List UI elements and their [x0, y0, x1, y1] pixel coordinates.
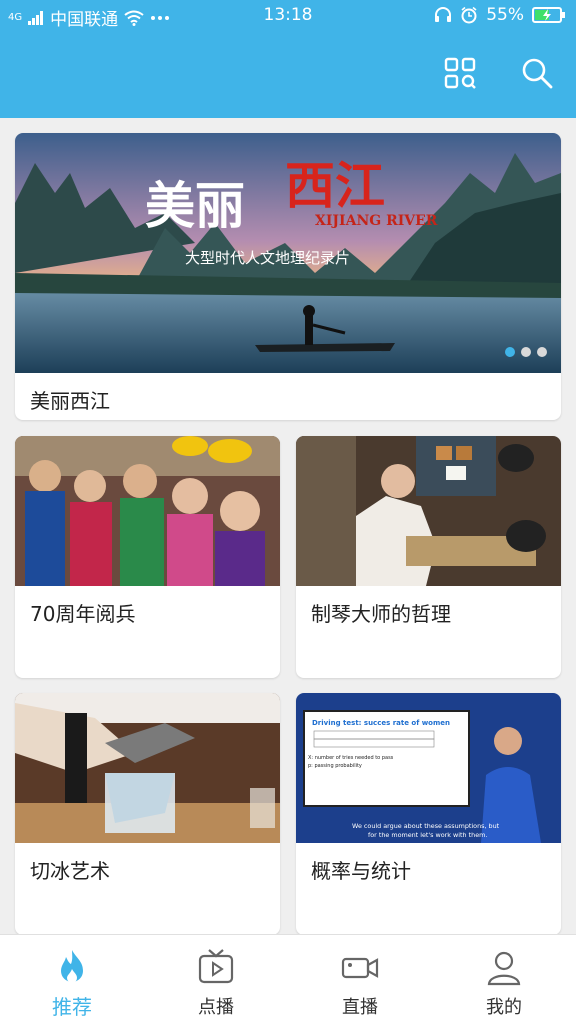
tab-label: 推荐	[52, 995, 92, 1019]
video-card-violin[interactable]: 制琴大师的哲理	[296, 436, 561, 678]
tv-play-icon	[198, 949, 234, 984]
user-icon	[487, 951, 521, 986]
banner-caption: 大型时代人文地理纪录片	[185, 249, 350, 267]
banner-subtitle-en: XIJIANG RIVER	[315, 213, 438, 229]
video-title: 70周年阅兵	[30, 602, 136, 626]
status-bar: 4G 中国联通 13:18 55%	[0, 0, 576, 30]
subtitle-line-2: for the moment let's work with them.	[368, 831, 487, 839]
slide-line-2: p: passing probability	[308, 763, 362, 769]
slide-line-1: X: number of tries needed to pass	[308, 755, 394, 761]
tab-label: 点播	[198, 997, 234, 1018]
banner-title-art-1: 美丽	[145, 176, 245, 235]
flame-icon	[61, 950, 83, 983]
banner-card[interactable]: 美丽 西江 XIJIANG RIVER 大型时代人文地理纪录片 美丽西江	[15, 133, 561, 420]
tab-label: 直播	[342, 997, 378, 1018]
video-title: 制琴大师的哲理	[311, 602, 451, 626]
tab-live[interactable]: 直播	[288, 935, 432, 1025]
video-thumbnail-ice[interactable]	[15, 693, 280, 843]
tab-recommend[interactable]: 推荐	[0, 935, 144, 1025]
battery-charging-icon	[532, 7, 565, 23]
video-thumbnail-violin[interactable]	[296, 436, 561, 586]
tab-vod[interactable]: 点播	[144, 935, 288, 1025]
alarm-icon	[461, 6, 477, 24]
banner-title: 美丽西江	[30, 389, 110, 413]
recommend-feed[interactable]: 美丽 西江 XIJIANG RIVER 大型时代人文地理纪录片 美丽西江 70周…	[0, 118, 576, 934]
video-camera-icon	[341, 957, 379, 979]
pager-dot-2[interactable]	[521, 347, 531, 357]
headset-icon	[435, 7, 452, 22]
pager-dot-3[interactable]	[537, 347, 547, 357]
video-card-probability[interactable]: Driving test: succes rate of women X: nu…	[296, 693, 561, 934]
video-thumbnail-probability[interactable]: Driving test: succes rate of women X: nu…	[296, 693, 561, 843]
video-thumbnail-parade[interactable]	[15, 436, 280, 586]
tab-label: 我的	[486, 997, 522, 1018]
slide-heading: Driving test: succes rate of women	[312, 719, 450, 727]
video-card-ice[interactable]: 切冰艺术	[15, 693, 280, 934]
search-icon[interactable]	[520, 56, 554, 90]
battery-percent: 55%	[486, 5, 524, 25]
bottom-tab-bar: 推荐 点播 直播 我的	[0, 934, 576, 1025]
video-card-parade[interactable]: 70周年阅兵	[15, 436, 280, 678]
grid-icon[interactable]	[443, 56, 477, 90]
video-title: 概率与统计	[311, 859, 411, 883]
subtitle-line-1: We could argue about these assumptions, …	[352, 822, 500, 830]
app-bar	[0, 30, 576, 118]
banner-artwork: 美丽 西江 XIJIANG RIVER 大型时代人文地理纪录片	[15, 133, 561, 373]
banner-pager[interactable]	[505, 347, 547, 357]
tab-mine[interactable]: 我的	[432, 935, 576, 1025]
video-title: 切冰艺术	[30, 859, 110, 883]
banner-title-art-2: 西江	[285, 156, 385, 215]
pager-dot-1[interactable]	[505, 347, 515, 357]
banner-image[interactable]: 美丽 西江 XIJIANG RIVER 大型时代人文地理纪录片	[15, 133, 561, 373]
